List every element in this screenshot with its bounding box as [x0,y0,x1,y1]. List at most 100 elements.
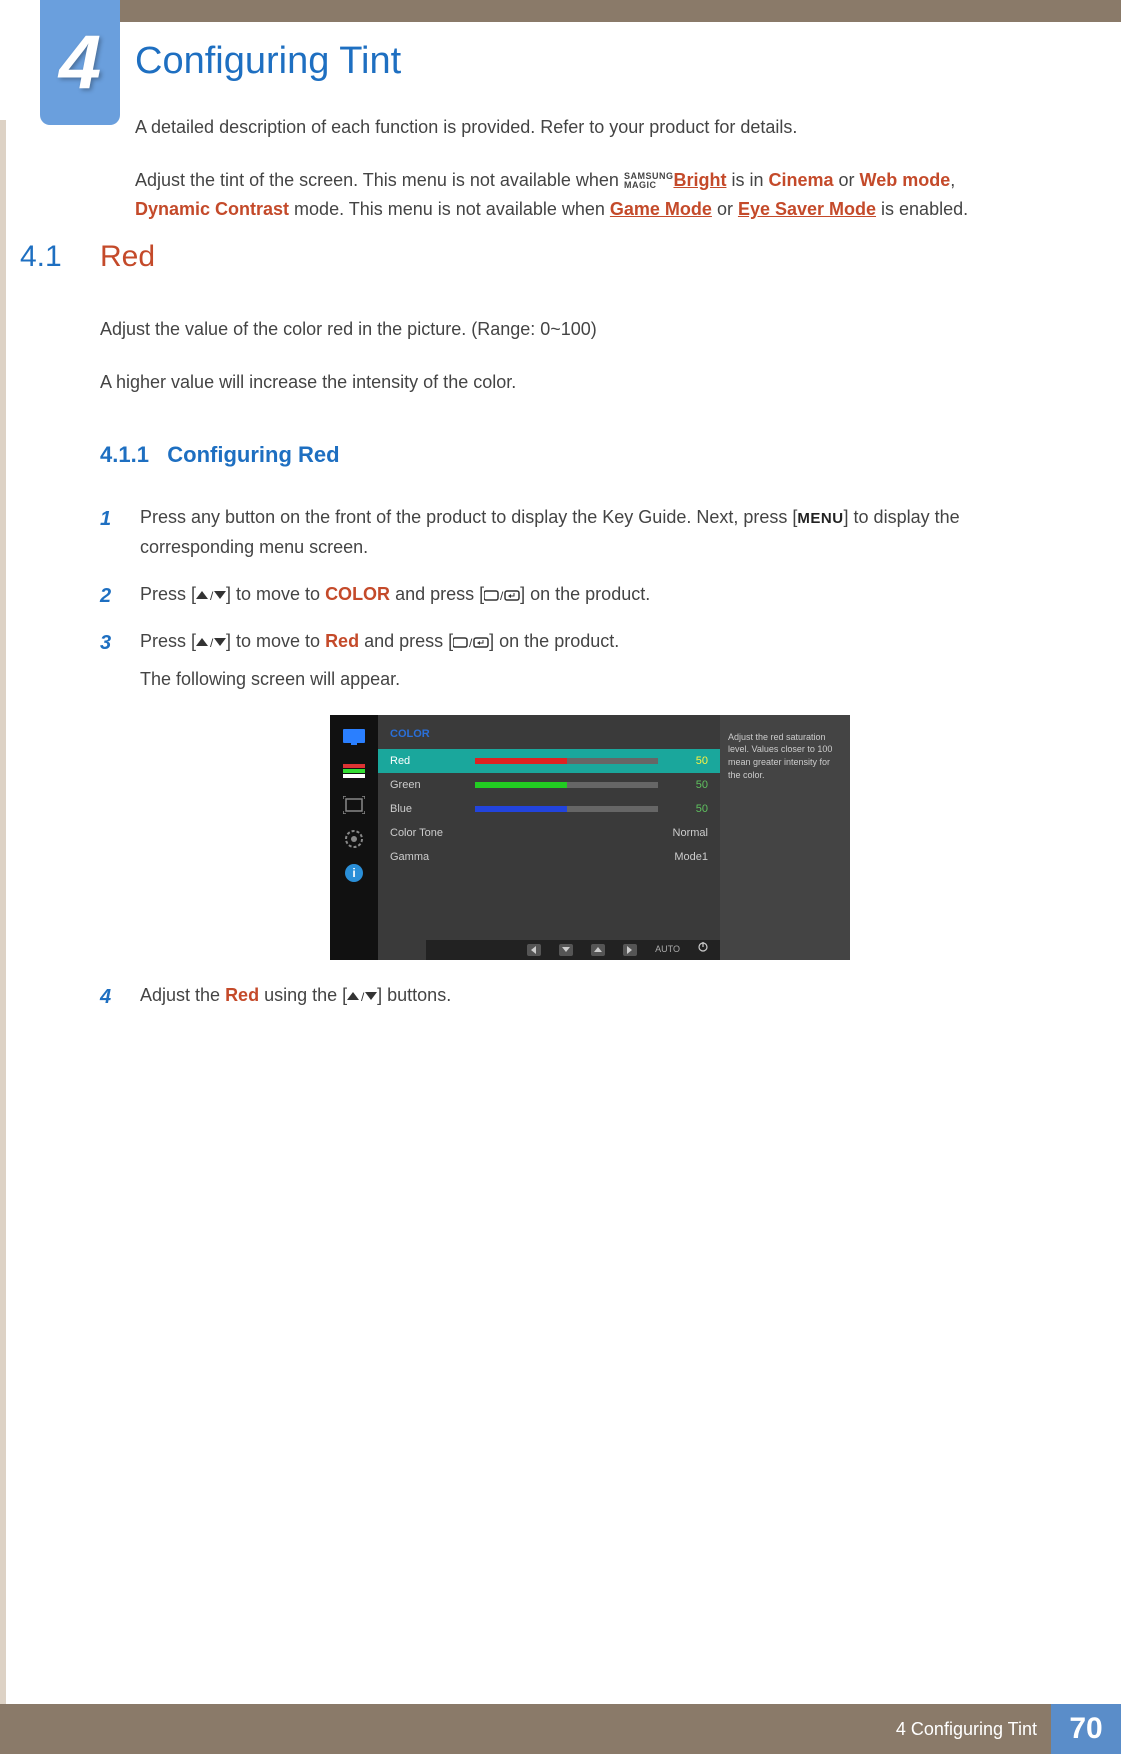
t: Adjust the [140,985,225,1005]
step-num: 3 [100,626,111,660]
t: , [950,170,955,190]
t: Press any button on the front of the pro… [140,507,797,527]
chapter-title: Configuring Tint [135,40,1005,83]
section-para1: Adjust the value of the color red in the… [100,315,1000,344]
t: ] on the product. [520,584,650,604]
section-number: 4.1 [20,240,62,274]
intro-block: A detailed description of each function … [135,113,1005,223]
t: mode. This menu is not available when [289,199,610,219]
step-num: 1 [100,502,111,536]
step-3: 3 Press [/] to move to Red and press [/]… [100,626,1000,960]
osd-label: Red [390,752,475,771]
step3-sub: The following screen will appear. [140,664,1000,695]
color-icon [341,761,367,781]
osd-slider[interactable] [475,782,658,788]
cinema-mode: Cinema [768,170,833,190]
t: ] buttons. [377,985,451,1005]
svg-text:/: / [500,589,504,602]
svg-text:/: / [210,636,214,648]
osd-row-green[interactable]: Green 50 [378,773,720,797]
bright-link[interactable]: Bright [673,170,726,190]
t: ] on the product. [489,631,619,651]
picture-icon [341,727,367,747]
step-num: 4 [100,980,111,1014]
osd-title: COLOR [378,723,720,750]
page-number: 70 [1051,1704,1121,1754]
power-icon[interactable] [698,942,708,957]
footer-bar: 4 Configuring Tint 70 [0,1704,1121,1754]
osd-row-gamma[interactable]: Gamma Mode1 [378,845,720,869]
osd-label: Color Tone [390,824,475,843]
osd-label: Gamma [390,848,475,867]
osd-sidebar: i [330,715,378,960]
game-mode-link[interactable]: Game Mode [610,199,712,219]
osd-screenshot: i COLOR Red 50 Green 50 [330,715,850,960]
svg-text:/: / [210,589,214,601]
osd-value: 50 [668,800,708,819]
web-mode: Web mode [860,170,951,190]
left-stripe [0,120,6,1704]
steps-list: 1 Press any button on the front of the p… [100,502,1000,1011]
step-4: 4 Adjust the Red using the [ / ] buttons. [100,980,1000,1011]
svg-text:/: / [361,990,365,1002]
samsung-magic-icon: SAMSUNGMAGIC [624,172,674,190]
info-icon: i [341,863,367,883]
osd-value: 50 [668,752,708,771]
enter-icon: / [453,631,489,651]
enter-icon: / [484,584,520,604]
intro-text: Adjust the tint of the screen. This menu… [135,170,624,190]
nav-right-icon[interactable] [623,944,637,956]
eye-saver-link[interactable]: Eye Saver Mode [738,199,876,219]
osd-help-panel: Adjust the red saturation level. Values … [720,715,850,960]
nav-down-icon[interactable] [559,944,573,956]
svg-text:i: i [352,866,355,880]
up-down-icon: / [347,985,377,1005]
osd-slider[interactable] [475,758,658,764]
t: or [834,170,860,190]
t: is enabled. [876,199,968,219]
section-title: Red [100,240,155,274]
intro-line1: A detailed description of each function … [135,113,1005,142]
section-para2: A higher value will increase the intensi… [100,368,1000,397]
t: ] to move to [226,584,325,604]
t: using the [ [259,985,347,1005]
osd-row-red[interactable]: Red 50 [378,749,720,773]
subsection-name: Configuring Red [167,442,339,467]
nav-up-icon[interactable] [591,944,605,956]
red-kw: Red [325,631,359,651]
t: or [712,199,738,219]
magic-bottom: MAGIC [624,180,657,190]
osd-value: Normal [628,824,708,843]
t: Press [ [140,631,196,651]
step-2: 2 Press [/] to move to COLOR and press [… [100,579,1000,610]
t: is in [726,170,768,190]
chapter-number-tab: 4 [40,0,120,125]
step-num: 2 [100,579,111,613]
auto-label[interactable]: AUTO [655,942,680,957]
osd-main: COLOR Red 50 Green 50 Blue [378,715,720,960]
t: and press [ [359,631,453,651]
osd-slider[interactable] [475,806,658,812]
osd-row-colortone[interactable]: Color Tone Normal [378,821,720,845]
up-down-icon: / [196,584,226,604]
red-kw: Red [225,985,259,1005]
osd-menu: i COLOR Red 50 Green 50 [330,715,850,960]
nav-left-icon[interactable] [527,944,541,956]
osd-row-blue[interactable]: Blue 50 [378,797,720,821]
step-1: 1 Press any button on the front of the p… [100,502,1000,563]
color-kw: COLOR [325,584,390,604]
subsection-num: 4.1.1 [100,442,149,467]
t: ] to move to [226,631,325,651]
settings-icon [341,829,367,849]
footer-text: 4 Configuring Tint [896,1719,1037,1740]
osd-label: Blue [390,800,475,819]
content-area: Configuring Tint A detailed description … [135,40,1005,253]
osd-value: Mode1 [628,848,708,867]
size-icon [341,795,367,815]
t: and press [ [390,584,484,604]
intro-line2: Adjust the tint of the screen. This menu… [135,166,1005,224]
dynamic-contrast: Dynamic Contrast [135,199,289,219]
osd-nav-bar: AUTO [426,940,720,960]
menu-key: MENU [797,510,843,527]
osd-label: Green [390,776,475,795]
